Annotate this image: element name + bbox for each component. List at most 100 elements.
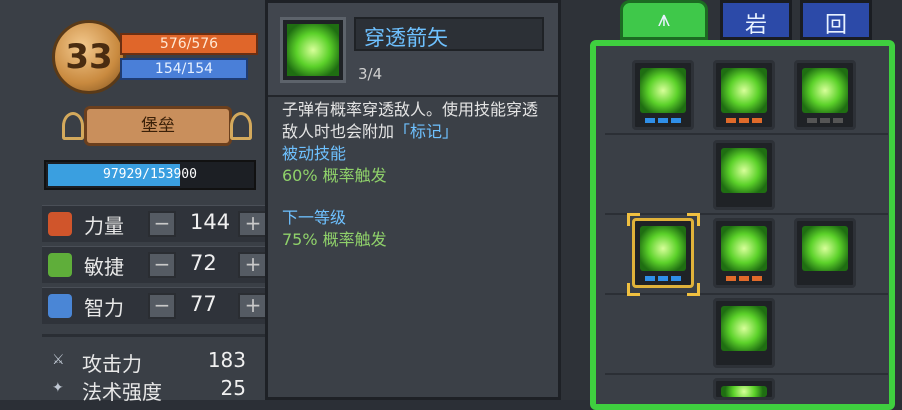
skill-slot-swirl[interactable] — [632, 60, 694, 130]
skill-slot-partial[interactable] — [713, 378, 775, 400]
laurel-left-icon — [62, 112, 84, 140]
tier-divider — [605, 293, 888, 295]
attribute-row-attack: ⚔ 攻击力 183 — [42, 348, 268, 376]
pip — [726, 276, 736, 281]
skill-title: 穿透箭矢 — [364, 26, 448, 50]
pip — [726, 118, 736, 123]
pip — [671, 118, 681, 123]
pip — [658, 118, 668, 123]
selection-corner — [687, 213, 700, 226]
swirl-skill-icon — [640, 68, 686, 113]
leaf-skill-icon — [721, 68, 767, 113]
tab-2-glyph: 岩 — [744, 13, 767, 38]
tooltip-header: 穿透箭矢 3/4 — [268, 3, 558, 97]
shield-skill-icon — [802, 226, 848, 271]
pip — [752, 276, 762, 281]
tooltip-body: 子弹有概率穿透敌人。使用技能穿透敌人时也会附加「标记」 被动技能 60% 概率触… — [282, 99, 550, 251]
attribute-label: 法术强度 — [82, 380, 162, 404]
selection-corner — [627, 283, 640, 296]
sword-icon: ⚔ — [52, 352, 65, 368]
increase-intelligence-button[interactable]: + — [238, 293, 268, 319]
feather-icon — [48, 253, 72, 277]
current-effect: 60% 概率触发 — [282, 166, 387, 185]
skill-slot-arrow-rain[interactable] — [713, 218, 775, 288]
skill-slot-leaf[interactable] — [713, 60, 775, 130]
attribute-value: 25 — [220, 376, 246, 400]
wand-icon: ✦ — [52, 380, 64, 396]
skill-slot-ground-strike[interactable] — [713, 140, 775, 210]
increase-strength-button[interactable]: + — [238, 211, 268, 237]
decrease-agility-button[interactable]: − — [148, 252, 176, 278]
decrease-intelligence-button[interactable]: − — [148, 293, 176, 319]
next-effect: 75% 概率触发 — [282, 230, 387, 249]
mark-keyword: 「标记」 — [394, 122, 459, 141]
tooltip-skill-icon-frame — [280, 17, 346, 83]
book-icon — [48, 294, 72, 318]
slash-skill-icon — [721, 306, 767, 351]
skill-icon-partial — [721, 386, 767, 397]
stat-value: 144 — [190, 210, 231, 234]
selection-corner — [627, 213, 640, 226]
stat-value: 72 — [190, 251, 217, 275]
skill-pips — [645, 276, 681, 281]
attribute-label: 攻击力 — [82, 352, 142, 376]
arrow-rain-icon — [721, 226, 767, 271]
next-level-label: 下一等级 — [282, 208, 347, 227]
pip — [645, 118, 655, 123]
pip — [658, 276, 668, 281]
pip — [833, 118, 843, 123]
stat-label: 智力 — [84, 296, 124, 320]
stat-label: 敏捷 — [84, 255, 124, 279]
tier-divider — [605, 213, 888, 215]
skill-tab-bar: ⩚ 岩 回 — [570, 0, 902, 40]
fist-icon — [48, 212, 72, 236]
xp-text: 97929/153900 — [103, 167, 197, 182]
piercing-arrow-icon — [640, 226, 686, 271]
level-number: 33 — [65, 37, 113, 77]
hp-bar: 576/576 — [120, 33, 258, 55]
xp-bar: 97929/153900 — [44, 160, 256, 190]
skill-slot-shield[interactable] — [794, 218, 856, 288]
skill-pips — [645, 118, 681, 123]
tooltip-title-box: 穿透箭矢 — [354, 17, 544, 51]
stat-value: 77 — [190, 292, 217, 316]
skill-slot-slash[interactable] — [713, 298, 775, 368]
pip — [739, 276, 749, 281]
ground-strike-icon — [721, 148, 767, 193]
increase-agility-button[interactable]: + — [238, 252, 268, 278]
mp-bar: 154/154 — [120, 58, 248, 80]
tier-divider — [605, 373, 888, 375]
skill-slot-heal[interactable] — [794, 60, 856, 130]
skill-pips — [726, 276, 762, 281]
level-badge: 33 — [52, 20, 126, 94]
tab-2[interactable]: 岩 — [720, 0, 792, 40]
piercing-arrow-icon — [287, 24, 339, 76]
pip — [671, 276, 681, 281]
bow-icon: ⩚ — [657, 7, 671, 32]
stat-row-strength: 力量 − 144 + — [42, 205, 268, 242]
pip — [752, 118, 762, 123]
laurel-right-icon — [230, 112, 252, 140]
class-name-plate: 堡垒 — [84, 106, 232, 146]
tab-bow[interactable]: ⩚ — [620, 0, 708, 40]
stat-label: 力量 — [84, 214, 124, 238]
pip — [807, 118, 817, 123]
heal-cross-icon — [802, 68, 848, 113]
decrease-strength-button[interactable]: − — [148, 211, 176, 237]
attribute-value: 183 — [207, 348, 246, 372]
tier-divider — [605, 133, 888, 135]
skill-tooltip: 穿透箭矢 3/4 子弹有概率穿透敌人。使用技能穿透敌人时也会附加「标记」 被动技… — [265, 0, 561, 400]
selection-corner — [687, 283, 700, 296]
skill-pips — [726, 118, 762, 123]
tab-3[interactable]: 回 — [800, 0, 872, 40]
pip — [645, 276, 655, 281]
pip — [739, 118, 749, 123]
stat-row-agility: 敏捷 − 72 + — [42, 246, 268, 283]
skill-slot-piercing-arrow[interactable] — [632, 218, 694, 288]
pip — [820, 118, 830, 123]
skill-pips — [807, 118, 843, 123]
divider — [42, 334, 268, 337]
stat-row-intelligence: 智力 − 77 + — [42, 287, 268, 324]
skill-level: 3/4 — [358, 65, 383, 83]
